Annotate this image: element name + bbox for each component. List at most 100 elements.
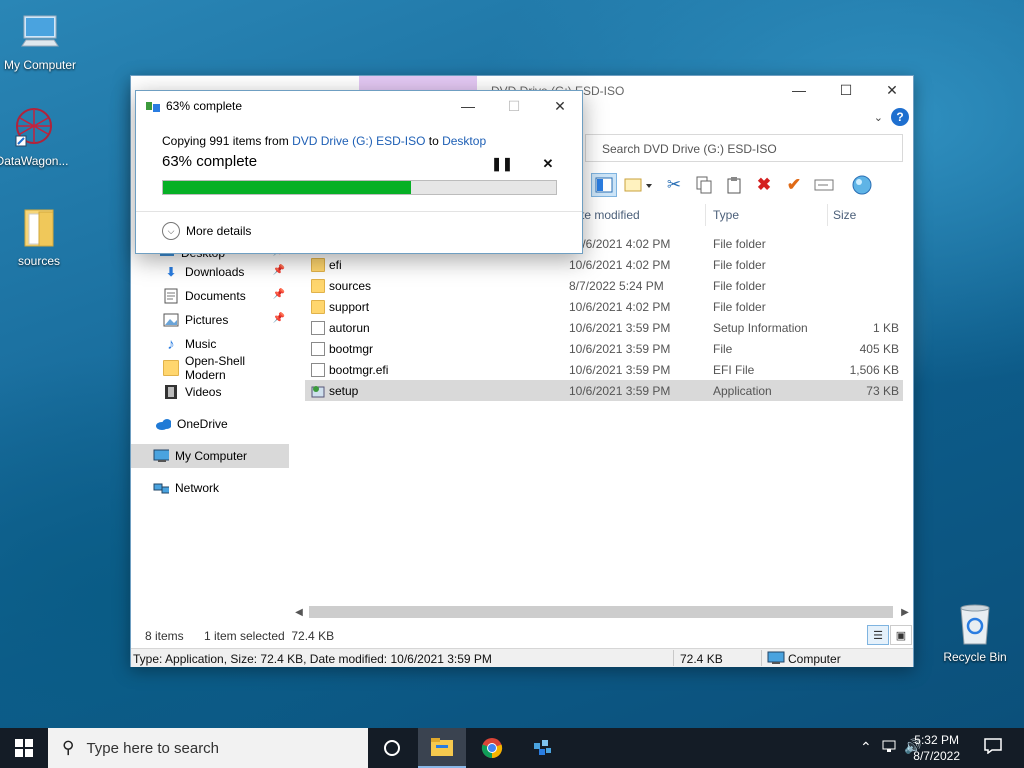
file-name: efi (329, 258, 342, 272)
details-bar: Type: Application, Size: 72.4 KB, Date m… (131, 648, 913, 667)
maximize-button[interactable]: ☐ (823, 76, 869, 104)
system-tray: ⌃ 🔊 5:32 PM 8/7/2022 (824, 728, 1024, 768)
nav-item-onedrive[interactable]: OneDrive (131, 412, 289, 436)
file-row[interactable]: bootmgr.efi 10/6/2021 3:59 PM EFI File 1… (305, 359, 903, 380)
notifications-icon[interactable] (984, 738, 1002, 757)
chevron-up-icon[interactable]: ⌃ (860, 739, 872, 756)
task-view-button[interactable] (368, 728, 416, 768)
file-date: 10/6/2021 4:02 PM (569, 237, 671, 251)
nav-item-pictures[interactable]: Pictures 📌 (131, 308, 289, 332)
source-link[interactable]: DVD Drive (G:) ESD-ISO (292, 134, 425, 148)
file-row[interactable]: bootmgr 10/6/2021 3:59 PM File 405 KB (305, 338, 903, 359)
view-options-button[interactable] (621, 173, 657, 197)
nav-item-network[interactable]: Network (131, 476, 289, 500)
delete-icon[interactable]: ✖ (751, 173, 777, 197)
file-name: support (329, 300, 370, 314)
clock-date: 8/7/2022 (913, 749, 960, 763)
file-type: Setup Information (713, 321, 808, 335)
search-icon: ⚲ (62, 738, 75, 757)
nav-label: Documents (185, 289, 246, 303)
destination-link[interactable]: Desktop (442, 134, 486, 148)
dialog-title: 63% complete (166, 99, 243, 113)
column-type[interactable]: Type (713, 208, 739, 222)
dialog-close-button[interactable]: ✕ (540, 95, 580, 117)
desktop-icon-recycle-bin[interactable]: Recycle Bin (935, 602, 1015, 664)
details-view-button[interactable]: ☰ (867, 625, 889, 645)
file-icon (311, 363, 325, 377)
preview-pane-button[interactable] (591, 173, 617, 197)
file-size: 405 KB (859, 342, 899, 356)
large-icons-view-button[interactable]: ▣ (890, 625, 912, 645)
more-details-button[interactable]: ⌵ More details (162, 222, 251, 240)
minimize-button[interactable]: — (776, 76, 822, 104)
computer-icon (767, 651, 785, 668)
file-size: 73 KB (866, 384, 899, 398)
properties-icon[interactable] (849, 173, 875, 197)
file-size: 1 KB (872, 321, 899, 335)
close-button[interactable]: ✕ (869, 76, 915, 104)
search-input[interactable]: Search DVD Drive (G:) ESD-ISO (585, 134, 903, 162)
file-row[interactable]: autorun 10/6/2021 3:59 PM Setup Informat… (305, 317, 903, 338)
nav-label: Network (175, 481, 220, 495)
nav-label: Videos (185, 385, 222, 399)
file-list: 10/6/2021 4:02 PM File folder efi 10/6/2… (305, 233, 903, 401)
nav-item-my-computer[interactable]: My Computer (131, 444, 289, 468)
nav-item-videos[interactable]: Videos (131, 380, 289, 404)
chevron-down-icon[interactable]: ⌄ (874, 111, 883, 124)
file-type: Application (713, 384, 772, 398)
file-row[interactable]: sources 8/7/2022 5:24 PM File folder (305, 275, 903, 296)
dialog-minimize-button[interactable]: — (448, 95, 488, 117)
folder-icon (17, 206, 61, 250)
rename-icon[interactable] (811, 173, 837, 197)
folder-icon (311, 258, 325, 272)
start-button[interactable] (0, 728, 48, 768)
clock-time: 5:32 PM (914, 733, 959, 747)
file-row[interactable]: efi 10/6/2021 4:02 PM File folder (305, 254, 903, 275)
scroll-right-icon[interactable]: ▶ (897, 604, 913, 620)
taskbar-chrome[interactable] (468, 728, 516, 768)
help-icon[interactable]: ? (891, 108, 909, 126)
column-size[interactable]: Size (833, 208, 856, 222)
scrollbar-thumb[interactable] (309, 606, 893, 618)
settings-file-icon (311, 321, 325, 335)
nav-label: OneDrive (177, 417, 228, 431)
file-icon (311, 342, 325, 356)
desktop-icon-label: My Computer (3, 58, 77, 72)
horizontal-scrollbar[interactable]: ◀ ▶ (291, 604, 913, 620)
nav-item-downloads[interactable]: ⬇ Downloads 📌 (131, 260, 289, 284)
file-type: File folder (713, 237, 766, 251)
file-row[interactable]: support 10/6/2021 4:02 PM File folder (305, 296, 903, 317)
clock[interactable]: 5:32 PM 8/7/2022 (913, 732, 960, 764)
progress-bar (162, 180, 557, 195)
desktop-icon-datawagon[interactable]: DataWagon... (0, 106, 72, 168)
nav-item-open-shell[interactable]: Open-Shell Modern (131, 354, 289, 382)
computer-icon (18, 10, 62, 54)
network-icon[interactable] (882, 739, 898, 756)
file-name: autorun (329, 321, 370, 335)
cut-icon[interactable]: ✂ (661, 173, 687, 197)
folder-icon (311, 279, 325, 293)
column-date-modified[interactable]: te modified (581, 208, 640, 222)
scroll-left-icon[interactable]: ◀ (291, 604, 307, 620)
file-row[interactable]: setup 10/6/2021 3:59 PM Application 73 K… (305, 380, 903, 401)
taskbar-search-input[interactable]: ⚲ Type here to search (48, 728, 368, 768)
desktop-icon-my-computer[interactable]: My Computer (0, 10, 80, 72)
nav-item-music[interactable]: ♪ Music (131, 332, 289, 356)
pause-button[interactable]: ❚❚ (491, 155, 513, 173)
desktop-icon-sources[interactable]: sources (0, 206, 79, 268)
folder-icon (431, 738, 453, 756)
pin-icon: 📌 (272, 313, 285, 324)
cancel-button[interactable]: ✕ (538, 155, 558, 173)
paste-icon[interactable] (721, 173, 747, 197)
copy-mid: to (425, 134, 443, 148)
taskbar-file-explorer[interactable] (418, 728, 466, 768)
checkmark-icon[interactable]: ✔ (781, 173, 807, 197)
copy-icon[interactable] (691, 173, 717, 197)
nav-item-documents[interactable]: Documents 📌 (131, 284, 289, 308)
file-type: File folder (713, 279, 766, 293)
navigation-pane: Desktop 📌 ⬇ Downloads 📌 Documents 📌 Pict… (131, 246, 289, 500)
dialog-maximize-button: ☐ (507, 97, 521, 114)
file-date: 10/6/2021 3:59 PM (569, 342, 671, 356)
taskbar-datawagon[interactable] (518, 728, 566, 768)
copy-icon (146, 101, 160, 112)
